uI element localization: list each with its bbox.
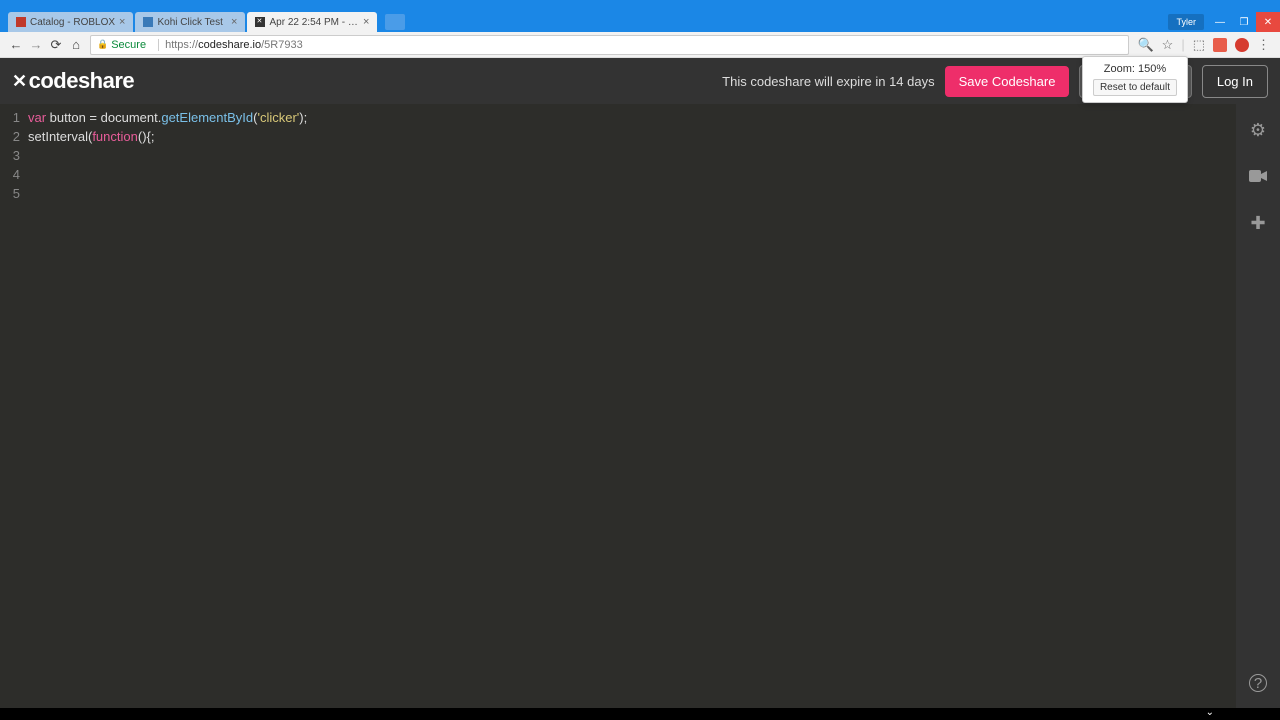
show-desktop-icon[interactable]: ⌄ (1206, 707, 1214, 718)
tab-title: Apr 22 2:54 PM - Codesh (269, 17, 359, 28)
zoom-popup: Zoom: 150% Reset to default (1082, 56, 1188, 103)
separator (158, 39, 159, 51)
favicon (16, 17, 26, 27)
secure-indicator: 🔒 Secure (97, 39, 146, 51)
bookmark-star-icon[interactable]: ☆ (1162, 37, 1174, 53)
new-tab-button[interactable] (385, 14, 405, 30)
code-editor[interactable]: 12345 var button = document.getElementBy… (0, 104, 1236, 708)
nav-home-button[interactable]: ⌂ (66, 35, 86, 55)
expire-notice: This codeshare will expire in 14 days (722, 74, 934, 89)
editor-container: 12345 var button = document.getElementBy… (0, 104, 1280, 708)
favicon (255, 17, 265, 27)
chrome-user-badge[interactable]: Tyler (1168, 14, 1204, 30)
code-line[interactable] (28, 184, 1236, 203)
extension-icon[interactable]: ⬚ (1193, 37, 1205, 53)
zoom-reset-button[interactable]: Reset to default (1093, 79, 1177, 96)
login-button[interactable]: Log In (1202, 65, 1268, 98)
code-line[interactable]: setInterval(function(){; (28, 127, 1236, 146)
video-icon[interactable] (1249, 169, 1267, 185)
code-content[interactable]: var button = document.getElementById('cl… (28, 108, 1236, 708)
tab-title: Kohi Click Test (157, 17, 227, 28)
url-input[interactable]: 🔒 Secure https://codeshare.io/5R7933 (90, 35, 1129, 55)
code-line[interactable] (28, 146, 1236, 165)
browser-address-bar: ← → ⟳ ⌂ 🔒 Secure https://codeshare.io/5R… (0, 32, 1280, 58)
settings-icon[interactable]: ⚙ (1250, 120, 1266, 141)
browser-tabstrip: Catalog - ROBLOX × Kohi Click Test × Apr… (0, 12, 1280, 32)
window-minimize-button[interactable]: — (1208, 12, 1232, 32)
nav-back-button[interactable]: ← (6, 35, 26, 55)
browser-tab-active[interactable]: Apr 22 2:54 PM - Codesh × (247, 12, 377, 32)
save-codeshare-button[interactable]: Save Codeshare (945, 66, 1070, 97)
codeshare-logo[interactable]: ✕ codeshare (12, 68, 134, 94)
zoom-level-label: Zoom: 150% (1093, 63, 1177, 75)
url-text: https://codeshare.io/5R7933 (165, 39, 303, 51)
zoom-icon[interactable]: 🔍 (1137, 37, 1153, 53)
tab-close-icon[interactable]: × (363, 16, 369, 28)
window-titlebar (0, 0, 1280, 12)
line-gutter: 12345 (0, 108, 28, 708)
tab-close-icon[interactable]: × (119, 16, 125, 28)
windows-taskbar[interactable]: ⌄ (0, 708, 1280, 720)
window-close-button[interactable]: ✕ (1256, 12, 1280, 32)
window-controls: Tyler — ❐ ✕ (1168, 12, 1280, 32)
tab-title: Catalog - ROBLOX (30, 17, 115, 28)
help-icon[interactable]: ? (1249, 674, 1267, 692)
nav-forward-button[interactable]: → (26, 35, 46, 55)
code-line[interactable] (28, 165, 1236, 184)
code-line[interactable]: var button = document.getElementById('cl… (28, 108, 1236, 127)
separator: | (1181, 37, 1184, 52)
window-maximize-button[interactable]: ❐ (1232, 12, 1256, 32)
logo-text: codeshare (29, 68, 135, 94)
lock-icon: 🔒 (97, 39, 108, 50)
editor-sidebar: ⚙ ✚ ? (1236, 104, 1280, 708)
tab-close-icon[interactable]: × (231, 16, 237, 28)
nav-reload-button[interactable]: ⟳ (46, 35, 66, 55)
add-icon[interactable]: ✚ (1250, 213, 1265, 234)
browser-tab[interactable]: Kohi Click Test × (135, 12, 245, 32)
secure-label: Secure (111, 39, 146, 51)
toolbar-right-icons: 🔍 ☆ | ⬚ ⋮ (1133, 37, 1274, 53)
chrome-menu-icon[interactable]: ⋮ (1257, 37, 1270, 53)
favicon (143, 17, 153, 27)
browser-tab[interactable]: Catalog - ROBLOX × (8, 12, 133, 32)
logo-x-icon: ✕ (12, 71, 27, 92)
extension-icon[interactable] (1213, 38, 1227, 52)
extension-icon[interactable] (1235, 38, 1249, 52)
